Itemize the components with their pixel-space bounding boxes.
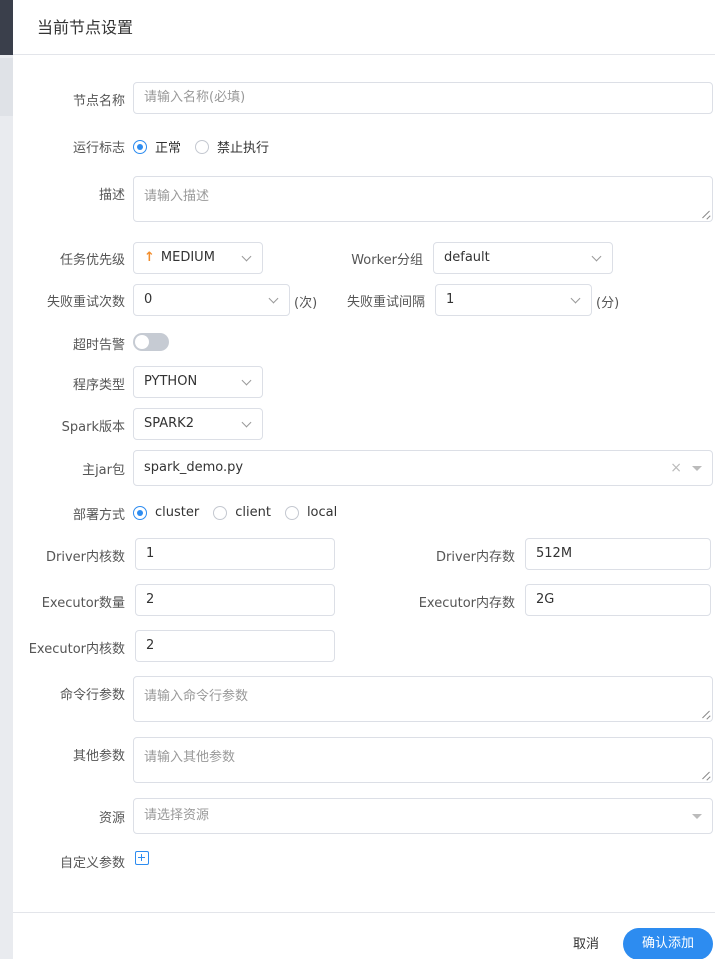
chevron-down-icon	[570, 293, 581, 304]
custom-params-label: 自定义参数	[59, 856, 125, 871]
timeout-alarm-toggle[interactable]	[133, 333, 169, 351]
run-flag-forbidden-radio[interactable]: 禁止执行	[195, 137, 269, 156]
node-name-label: 节点名称	[72, 94, 125, 109]
main-jar-value: spark_demo.py	[144, 460, 244, 475]
program-type-select[interactable]: PYTHON	[133, 366, 263, 398]
driver-memory-input[interactable]: 512M	[525, 538, 711, 570]
radio-unchecked-icon	[284, 505, 299, 520]
timeout-alarm-label: 超时告警	[72, 338, 125, 353]
radio-label: 正常	[155, 141, 182, 156]
retry-times-select[interactable]: 0	[133, 284, 290, 316]
deploy-mode-client-radio[interactable]: client	[213, 505, 271, 520]
executor-count-label: Executor数量	[41, 596, 125, 611]
spark-version-value: SPARK2	[144, 416, 194, 431]
radio-label: client	[235, 505, 271, 520]
retry-interval-label: 失败重试间隔	[346, 295, 425, 310]
priority-value: MEDIUM	[160, 250, 215, 265]
deploy-mode-cluster-radio[interactable]: cluster	[133, 505, 199, 520]
resize-handle-icon[interactable]	[702, 772, 710, 780]
other-args-textarea[interactable]: 请输入其他参数	[133, 737, 713, 783]
deploy-mode-radio-group: cluster client local	[133, 505, 351, 520]
radio-checked-icon	[133, 139, 147, 154]
chevron-down-icon	[268, 293, 279, 304]
clear-icon[interactable]: ×	[670, 451, 682, 485]
dialog-footer: 取消 确认添加	[13, 912, 715, 959]
driver-memory-label: Driver内存数	[435, 550, 515, 565]
chevron-down-icon	[241, 417, 252, 428]
worker-group-label: Worker分组	[351, 253, 423, 268]
other-args-placeholder: 请输入其他参数	[144, 750, 236, 765]
other-args-label: 其他参数	[72, 749, 125, 764]
radio-unchecked-icon	[213, 505, 228, 520]
executor-count-input[interactable]: 2	[135, 584, 335, 616]
radio-label: 禁止执行	[217, 141, 270, 156]
dialog-header: 当前节点设置	[13, 0, 715, 55]
node-name-input[interactable]: 请输入名称(必填)	[133, 82, 713, 114]
spark-version-label: Spark版本	[61, 420, 125, 435]
retry-times-label: 失败重试次数	[46, 295, 125, 310]
confirm-add-button[interactable]: 确认添加	[623, 928, 713, 959]
description-label: 描述	[98, 188, 125, 203]
deploy-mode-label: 部署方式	[72, 508, 125, 523]
main-jar-label: 主jar包	[82, 463, 125, 478]
resize-handle-icon[interactable]	[702, 211, 710, 219]
program-type-value: PYTHON	[144, 374, 198, 389]
resize-handle-icon[interactable]	[702, 711, 710, 719]
run-flag-label: 运行标志	[72, 141, 125, 156]
plus-square-icon[interactable]	[135, 851, 149, 865]
radio-checked-icon	[133, 505, 147, 520]
retry-times-value: 0	[144, 292, 153, 307]
cmd-args-label: 命令行参数	[59, 688, 125, 703]
resources-placeholder: 请选择资源	[144, 808, 210, 823]
worker-group-select[interactable]: default	[433, 242, 613, 274]
caret-down-icon	[692, 814, 702, 819]
description-placeholder: 请输入描述	[144, 189, 210, 204]
dialog-title: 当前节点设置	[37, 18, 134, 37]
cancel-button[interactable]: 取消	[573, 933, 599, 952]
executor-cores-label: Executor内核数	[28, 642, 125, 657]
cmd-args-textarea[interactable]: 请输入命令行参数	[133, 676, 713, 722]
cmd-args-placeholder: 请输入命令行参数	[144, 689, 249, 704]
arrow-up-icon: ↑	[144, 250, 155, 265]
spark-version-select[interactable]: SPARK2	[133, 408, 263, 440]
priority-label: 任务优先级	[59, 253, 125, 268]
background-page-strip	[0, 0, 13, 959]
chevron-down-icon	[241, 251, 252, 262]
main-jar-select[interactable]: spark_demo.py ×	[133, 450, 713, 486]
resources-label: 资源	[98, 811, 125, 826]
driver-cores-label: Driver内核数	[45, 550, 125, 565]
retry-times-unit: (次)	[294, 296, 318, 311]
run-flag-radio-group: 正常 禁止执行	[133, 137, 283, 156]
description-textarea[interactable]: 请输入描述	[133, 176, 713, 222]
executor-memory-input[interactable]: 2G	[525, 584, 711, 616]
chevron-down-icon	[241, 375, 252, 386]
worker-group-value: default	[444, 250, 490, 265]
driver-cores-input[interactable]: 1	[135, 538, 335, 570]
retry-interval-unit: (分)	[596, 296, 620, 311]
executor-cores-input[interactable]: 2	[135, 630, 335, 662]
radio-label: local	[306, 505, 338, 520]
executor-memory-label: Executor内存数	[418, 596, 515, 611]
program-type-label: 程序类型	[72, 378, 125, 393]
background-header	[0, 0, 13, 55]
background-row	[0, 58, 13, 116]
chevron-down-icon	[591, 251, 602, 262]
retry-interval-select[interactable]: 1	[435, 284, 592, 316]
deploy-mode-local-radio[interactable]: local	[284, 505, 338, 520]
priority-select[interactable]: ↑ MEDIUM	[133, 242, 263, 274]
radio-unchecked-icon	[195, 139, 210, 154]
resources-select[interactable]: 请选择资源	[133, 798, 713, 834]
run-flag-normal-radio[interactable]: 正常	[133, 137, 181, 156]
caret-down-icon	[692, 466, 702, 471]
radio-label: cluster	[155, 505, 200, 520]
retry-interval-value: 1	[446, 292, 455, 307]
